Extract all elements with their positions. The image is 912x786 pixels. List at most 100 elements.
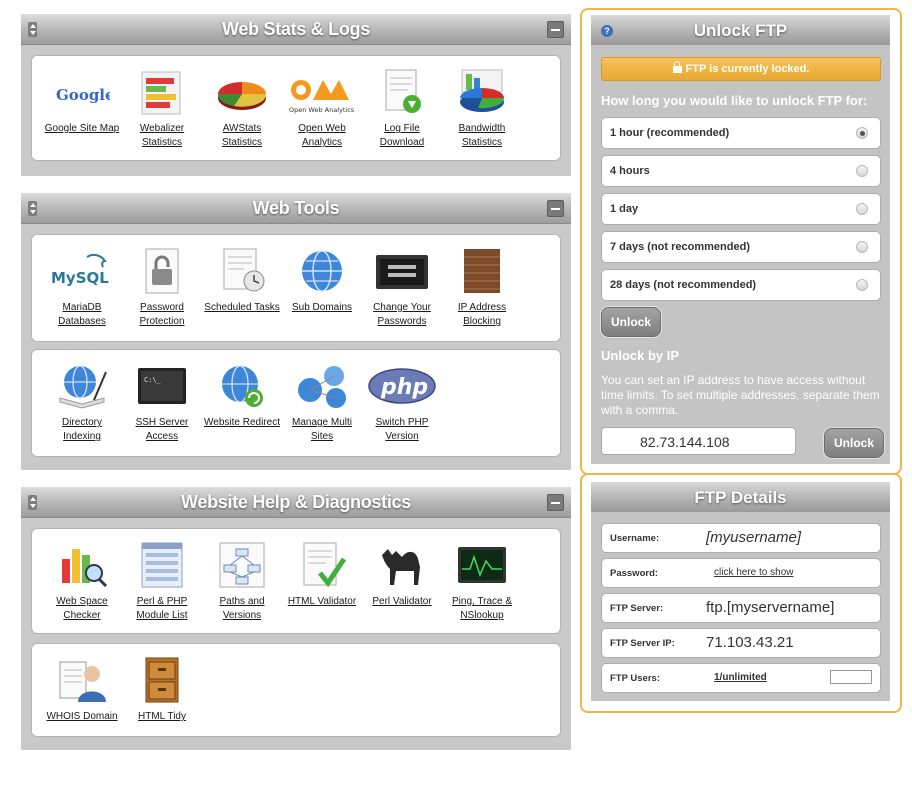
ping-trace-nslookup-tool[interactable]: Ping, Trace & NSlookup [442,541,522,623]
unlock-ip-button[interactable]: Unlock [824,428,885,458]
change-your-passwords-label[interactable]: Change Your Passwords [362,301,442,329]
ip-address-blocking-tool[interactable]: IP Address Blocking [442,247,522,329]
collapse-icon[interactable] [547,494,564,511]
switch-php-version-tool[interactable]: php Switch PHP Version [362,362,442,444]
unlock-option-1-hour[interactable]: 1 hour (recommended) [601,117,881,149]
collapse-icon[interactable] [547,21,564,38]
website-redirect-label[interactable]: Website Redirect [202,416,282,430]
web-tools-box-2: Directory Indexing C:\_ SSH Server Access [31,349,561,457]
password-protection-label[interactable]: Password Protection [122,301,202,329]
web-tools-header: Web Tools [21,193,571,224]
sub-domains-tool[interactable]: Sub Domains [282,247,362,315]
ssh-server-access-tool[interactable]: C:\_ SSH Server Access [122,362,202,444]
unlock-option-label: 1 hour (recommended) [610,127,730,139]
ftp-password-row: Password: click here to show [601,558,881,588]
web-space-checker-tool[interactable]: Web Space Checker [42,541,122,623]
ip-address-blocking-label[interactable]: IP Address Blocking [442,301,522,329]
unlock-duration-question: How long you would like to unlock FTP fo… [601,93,868,108]
show-password-link[interactable]: click here to show [714,567,793,578]
ftp-password-label: Password: [610,568,659,579]
radio-icon[interactable] [856,165,868,177]
unlock-button[interactable]: Unlock [601,307,662,337]
perl-validator-tool[interactable]: Perl Validator [362,541,442,609]
web-space-checker-label[interactable]: Web Space Checker [42,595,122,623]
whois-domain-label[interactable]: WHOIS Domain [42,710,122,724]
ftp-users-row: FTP Users: 1/unlimited [601,663,881,693]
mariadb-databases-label[interactable]: MariaDB Databases [42,301,122,329]
scheduled-tasks-tool[interactable]: Scheduled Tasks [202,247,282,315]
terminal-icon: C:\_ [134,362,190,410]
perl-php-module-list-label[interactable]: Perl & PHP Module List [122,595,202,623]
sub-domains-label[interactable]: Sub Domains [282,301,362,315]
bandwidth-chart-icon [454,68,510,116]
webalizer-tool[interactable]: Webalizer Statistics [122,68,202,150]
radio-icon[interactable] [856,279,868,291]
ssh-server-access-label[interactable]: SSH Server Access [122,416,202,444]
camel-icon [374,541,430,589]
html-validator-tool[interactable]: HTML Validator [282,541,362,609]
change-your-passwords-tool[interactable]: Change Your Passwords [362,247,442,329]
ip-address-input[interactable]: 82.73.144.108 [601,427,796,455]
help-diagnostics-title: Website Help & Diagnostics [181,492,411,512]
ftp-details-header: FTP Details [591,482,890,512]
paths-and-versions-tool[interactable]: Paths and Versions [202,541,282,623]
radio-icon[interactable] [856,203,868,215]
html-validator-label[interactable]: HTML Validator [282,595,362,609]
monitor-graph-icon [454,541,510,589]
filing-cabinet-icon [134,656,190,704]
ftp-users-input[interactable] [830,670,872,684]
owa-logo-text: Open Web Analytics [289,106,355,114]
whois-domain-tool[interactable]: WHOIS Domain [42,656,122,724]
paths-and-versions-label[interactable]: Paths and Versions [202,595,282,623]
collapse-icon[interactable] [547,200,564,217]
unlock-option-4-hours[interactable]: 4 hours [601,155,881,187]
unlock-option-label: 7 days (not recommended) [610,241,750,253]
unlock-option-label: 4 hours [610,165,650,177]
password-protection-tool[interactable]: Password Protection [122,247,202,329]
module-list-icon [134,541,190,589]
owa-logo-icon: Open Web Analytics [289,68,355,116]
ftp-details-panel: FTP Details Username: [myusername] Passw… [591,482,890,701]
unlock-option-7-days[interactable]: 7 days (not recommended) [601,231,881,263]
log-file-download-tool[interactable]: Log File Download [362,68,442,150]
radio-selected-icon[interactable] [856,127,868,139]
radio-icon[interactable] [856,241,868,253]
bandwidth-statistics-tool[interactable]: Bandwidth Statistics [442,68,522,150]
switch-php-version-label[interactable]: Switch PHP Version [362,416,442,444]
ftp-users-label: FTP Users: [610,673,660,684]
unlock-option-label: 1 day [610,203,639,215]
clock-document-icon [214,247,270,295]
awstats-tool[interactable]: AWStats Statistics [202,68,282,150]
open-web-analytics-label[interactable]: Open Web Analytics [282,122,362,150]
google-site-map-label[interactable]: Google Site Map [42,122,122,136]
scheduled-tasks-label[interactable]: Scheduled Tasks [202,301,282,315]
bandwidth-statistics-label[interactable]: Bandwidth Statistics [442,122,522,150]
webalizer-label[interactable]: Webalizer Statistics [122,122,202,150]
ftp-users-link[interactable]: 1/unlimited [714,672,767,683]
awstats-label[interactable]: AWStats Statistics [202,122,282,150]
web-stats-header: Web Stats & Logs [21,14,571,45]
html-tidy-tool[interactable]: HTML Tidy [122,656,202,724]
check-document-icon [294,541,350,589]
directory-indexing-tool[interactable]: Directory Indexing [42,362,122,444]
html-tidy-label[interactable]: HTML Tidy [122,710,202,724]
open-web-analytics-tool[interactable]: Open Web Analytics Open Web Analytics [282,68,362,150]
unlock-option-1-day[interactable]: 1 day [601,193,881,225]
website-redirect-tool[interactable]: Website Redirect [202,362,282,430]
ftp-locked-text: FTP is currently locked. [685,63,810,75]
manage-multi-sites-tool[interactable]: Manage Multi Sites [282,362,362,444]
perl-php-module-list-tool[interactable]: Perl & PHP Module List [122,541,202,623]
directory-indexing-label[interactable]: Directory Indexing [42,416,122,444]
unlock-ftp-header: ? Unlock FTP [591,15,890,45]
mariadb-databases-tool[interactable]: MySQL MariaDB Databases [42,247,122,329]
unlock-option-28-days[interactable]: 28 days (not recommended) [601,269,881,301]
ftp-details-title: FTP Details [694,488,787,507]
perl-validator-label[interactable]: Perl Validator [362,595,442,609]
mysql-logo-icon: MySQL [51,247,110,295]
google-logo-text: Google [56,86,110,104]
ping-trace-nslookup-label[interactable]: Ping, Trace & NSlookup [442,595,522,623]
lock-icon [672,61,682,73]
log-file-download-label[interactable]: Log File Download [362,122,442,150]
google-site-map-tool[interactable]: Google Google Site Map [42,68,122,136]
manage-multi-sites-label[interactable]: Manage Multi Sites [282,416,362,444]
